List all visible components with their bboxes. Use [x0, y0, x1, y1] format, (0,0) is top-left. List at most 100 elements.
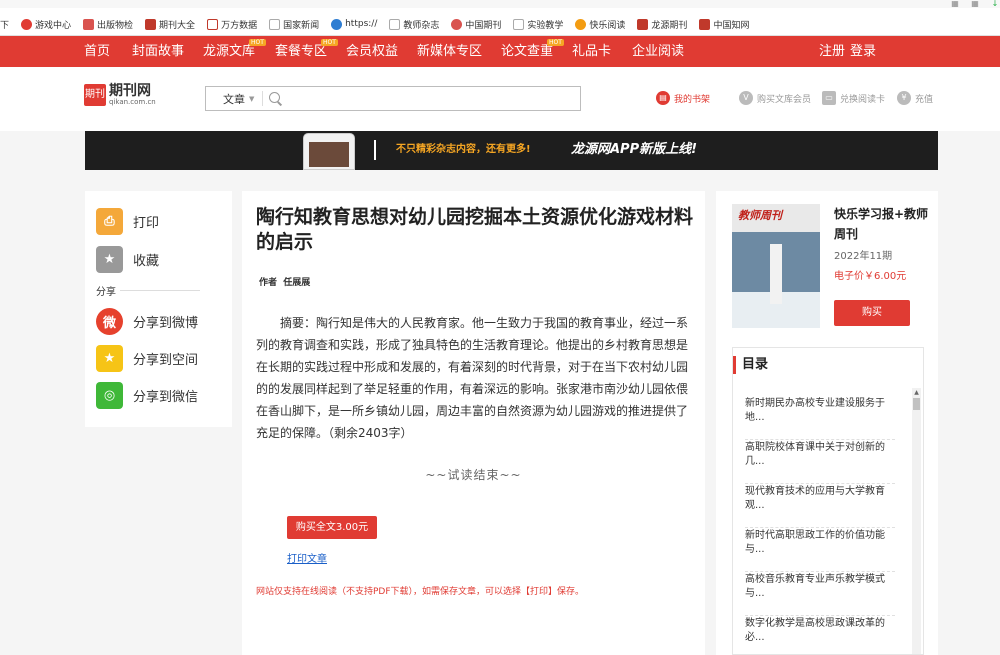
wanfang-icon — [207, 18, 219, 30]
login-link[interactable]: 登录 — [850, 36, 876, 67]
bookmark-item[interactable]: 教师杂志 — [389, 18, 439, 31]
bookmark-item[interactable]: 实验教学 — [513, 18, 563, 31]
toc-item[interactable]: 现代教育技术的应用与大学教育观... — [745, 484, 895, 528]
site-header: 期刊 期刊网 qikan.com.cn 文章 ▼ ▤ 我的书架 V 购买文库会员… — [0, 67, 1000, 131]
cnki-icon — [699, 18, 711, 30]
toc-title: 目录 — [733, 356, 768, 374]
exchange-card-link[interactable]: ▭ 兑换阅读卡 — [822, 91, 885, 105]
nav-longyuan-library[interactable]: 龙源文库 HOT — [203, 36, 266, 67]
doc-icon — [269, 18, 281, 30]
hot-badge: HOT — [249, 39, 266, 46]
toc-item[interactable]: 高职院校体育课中关于对创新的几... — [745, 440, 895, 484]
nav-new-media[interactable]: 新媒体专区 — [417, 36, 482, 67]
table-of-contents: 目录 新时期民办高校专业建设服务于地... 高职院校体育课中关于对创新的几...… — [732, 347, 924, 655]
bookmark-item[interactable]: https:// — [331, 18, 377, 30]
magazine-name[interactable]: 快乐学习报+教师周刊 — [834, 204, 930, 244]
nav-plagiarism[interactable]: 论文查重 HOT — [501, 36, 564, 67]
pub-icon — [83, 18, 95, 30]
logo-mark: 期刊 — [84, 84, 106, 106]
share-wechat-button[interactable]: ◎ 分享到微信 — [96, 382, 198, 409]
nav-enterprise[interactable]: 企业阅读 — [632, 36, 684, 67]
bookmark-item[interactable]: 龙源期刊 — [637, 18, 687, 31]
grid-icon-2[interactable]: ▦ — [970, 0, 980, 8]
bookmark-item[interactable]: 出版物检 — [83, 18, 133, 31]
download-notice: 网站仅支持在线阅读（不支持PDF下载），如需保存文章，可以选择【打印】保存。 — [256, 587, 585, 597]
buy-member-link[interactable]: V 购买文库会员 — [739, 91, 811, 105]
site-logo[interactable]: 期刊 期刊网 qikan.com.cn — [84, 84, 156, 106]
card-icon: ▭ — [822, 91, 836, 105]
cover-title: 教师周刊 — [738, 209, 782, 222]
toc-item[interactable]: 新时代高职思政工作的价值功能与... — [745, 528, 895, 572]
toc-item[interactable]: 高校音乐教育专业声乐教学模式与... — [745, 572, 895, 616]
search-input[interactable] — [283, 87, 580, 110]
print-article-link[interactable]: 打印文章 — [287, 550, 327, 565]
main-nav: 首页 封面故事 龙源文库 HOT 套餐专区 HOT 会员权益 新媒体专区 论文查重 H… — [0, 36, 1000, 67]
my-shelf-link[interactable]: ▤ 我的书架 — [656, 91, 710, 105]
search-icon[interactable] — [269, 91, 283, 106]
weibo-icon: 微 — [96, 308, 123, 335]
globe-icon — [331, 18, 343, 30]
trial-end: ~~试读结束~~ — [425, 468, 522, 482]
toc-scrollbar[interactable]: ▲ — [912, 388, 921, 654]
logo-text: 期刊网 qikan.com.cn — [109, 84, 156, 106]
divider — [120, 290, 200, 291]
star-icon: ★ — [96, 246, 123, 273]
toc-item[interactable]: 数字化教学是高校思政课改革的必... — [745, 616, 895, 655]
share-qzone-button[interactable]: ★ 分享到空间 — [96, 345, 198, 372]
magazine-cover[interactable]: 教师周刊 — [732, 204, 820, 328]
share-panel: ⎙ 打印 ★ 收藏 分享 微 分享到微博 ★ 分享到空间 ◎ 分享到微信 — [85, 191, 232, 427]
favorite-button[interactable]: ★ 收藏 — [96, 246, 159, 273]
toc-item[interactable]: 新时期民办高校专业建设服务于地... — [745, 396, 895, 440]
search-category-select[interactable]: 文章 ▼ — [206, 91, 262, 107]
mag-icon — [145, 18, 157, 30]
bookmark-item[interactable]: 中国期刊 — [451, 18, 501, 31]
nav-cover-story[interactable]: 封面故事 — [132, 36, 184, 67]
author-name[interactable]: 任展展 — [283, 278, 310, 288]
bookmark-item[interactable]: 万方数据 — [207, 18, 257, 31]
hot-badge: HOT — [321, 39, 338, 46]
grid-icon[interactable]: ▦ — [950, 0, 960, 8]
print-button[interactable]: ⎙ 打印 — [96, 208, 159, 235]
magazine-panel: 教师周刊 快乐学习报+教师周刊 2022年11期 电子价￥6.00元 购买 目录… — [716, 191, 938, 655]
nav-home[interactable]: 首页 — [84, 36, 110, 67]
recharge-link[interactable]: ¥ 充值 — [897, 91, 933, 105]
chevron-down-icon: ▼ — [249, 94, 255, 103]
bookmark-item[interactable]: 中国知网 — [699, 18, 749, 31]
yen-icon: ¥ — [897, 91, 911, 105]
bookmark-leading[interactable]: 下 — [0, 18, 9, 31]
scroll-thumb[interactable] — [913, 398, 920, 410]
cn-icon — [451, 18, 463, 30]
doc-icon — [513, 18, 525, 30]
bookmark-item[interactable]: 游戏中心 — [21, 18, 71, 31]
member-icon: V — [739, 91, 753, 105]
share-weibo-button[interactable]: 微 分享到微博 — [96, 308, 198, 335]
nav-package[interactable]: 套餐专区 HOT — [275, 36, 338, 67]
buy-magazine-button[interactable]: 购买 — [834, 300, 910, 326]
bookmark-row: 下 游戏中心 出版物检 期刊大全 万方数据 国家新闻 https:// 教师杂志… — [0, 14, 761, 34]
cover-header: 教师周刊 — [732, 204, 820, 232]
buy-full-text-button[interactable]: 购买全文3.00元 — [287, 516, 377, 539]
lighthouse-image — [770, 244, 782, 304]
scroll-up-icon[interactable]: ▲ — [912, 388, 921, 397]
nav-member[interactable]: 会员权益 — [346, 36, 398, 67]
wechat-icon: ◎ — [96, 382, 123, 409]
search-box: 文章 ▼ — [205, 86, 581, 111]
bookmark-item[interactable]: 快乐阅读 — [575, 18, 625, 31]
happy-icon — [575, 18, 587, 30]
search-divider — [262, 91, 263, 106]
hot-badge: HOT — [547, 39, 564, 46]
nav-gift-card[interactable]: 礼品卡 — [572, 36, 611, 67]
bookmark-item[interactable]: 期刊大全 — [145, 18, 195, 31]
qzone-star-icon: ★ — [96, 345, 123, 372]
bookmark-item[interactable]: 国家新闻 — [269, 18, 319, 31]
bookmarks-bar: ▦ ▦ ↓ 下 游戏中心 出版物检 期刊大全 万方数据 国家新闻 https:/… — [0, 0, 1000, 36]
logo-url: qikan.com.cn — [109, 98, 156, 106]
magazine-issue: 2022年11期 — [834, 251, 893, 262]
arrow-icon[interactable]: ↓ — [990, 0, 1000, 8]
register-link[interactable]: 注册 — [819, 36, 845, 67]
app-banner[interactable]: 不只精彩杂志内容，还有更多! 龙源网APP新版上线! — [85, 131, 938, 170]
window-controls: ▦ ▦ ↓ — [950, 0, 1000, 8]
longyuan-icon — [637, 18, 649, 30]
banner-divider — [374, 140, 376, 160]
article-panel: 陶行知教育思想对幼儿园挖掘本土资源优化游戏材料的启示 作者 任展展 摘要：陶行知… — [242, 191, 705, 655]
